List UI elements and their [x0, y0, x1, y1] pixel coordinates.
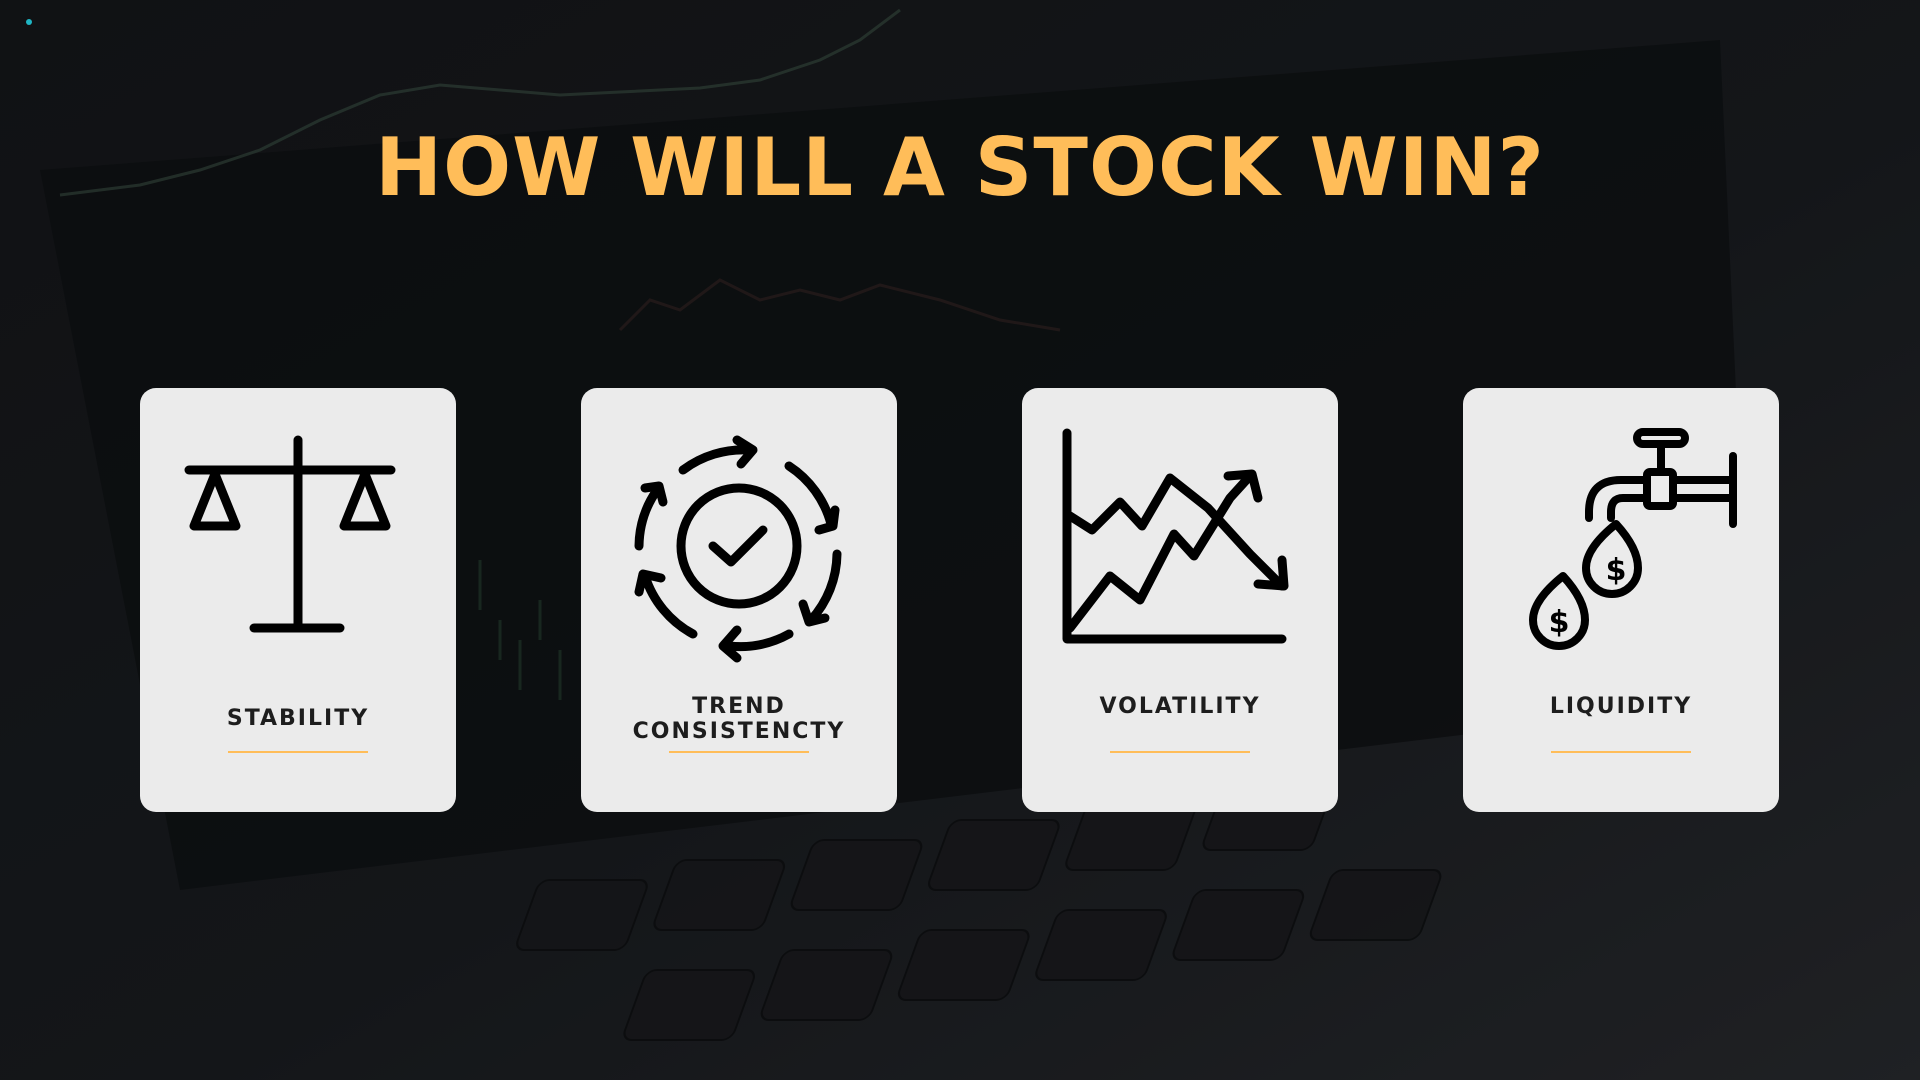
teal-dot	[26, 19, 32, 25]
accent-underline	[1551, 751, 1691, 753]
card-volatility: VOLATILITY	[1022, 388, 1338, 812]
card-label: VOLATILITY	[1022, 694, 1338, 719]
card-label-line: STABILITY	[226, 706, 370, 731]
faucet-money-drops-icon: $ $	[1529, 428, 1737, 650]
card-stability: STABILITY	[140, 388, 456, 812]
balance-scale-icon	[184, 435, 396, 633]
svg-text:$: $	[1549, 605, 1570, 640]
slide-title: HOW WILL A STOCK WIN?	[375, 121, 1545, 214]
card-label: STABILITY	[140, 706, 456, 731]
card-label: LIQUIDITY	[1463, 694, 1779, 719]
card-label-line: VOLATILITY	[1099, 694, 1261, 719]
card-label-line: TREND	[692, 694, 786, 719]
svg-text:$: $	[1606, 553, 1627, 588]
accent-underline	[228, 751, 368, 753]
volatile-chart-icon	[1062, 428, 1289, 644]
card-trend-consistency: TREND CONSISTENCTY	[581, 388, 897, 812]
card-label: TREND CONSISTENCTY	[581, 694, 897, 744]
circular-arrows-check-icon	[634, 435, 842, 663]
card-label-line: LIQUIDITY	[1549, 694, 1693, 719]
accent-underline	[669, 751, 809, 753]
card-liquidity: $ $ LIQUIDITY	[1463, 388, 1779, 812]
accent-underline	[1110, 751, 1250, 753]
card-label-line: CONSISTENCTY	[632, 719, 846, 744]
